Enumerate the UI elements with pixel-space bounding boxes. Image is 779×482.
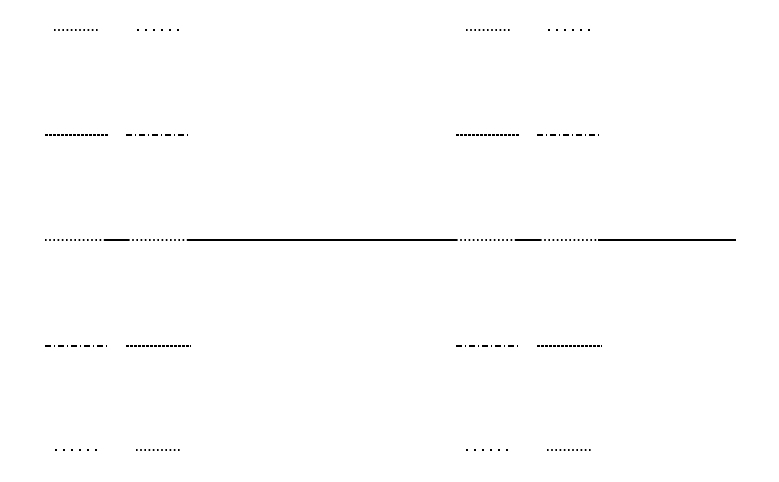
line-group-right (456, 29, 736, 451)
line-pattern-canvas (0, 0, 779, 482)
line-group-left (45, 29, 456, 451)
